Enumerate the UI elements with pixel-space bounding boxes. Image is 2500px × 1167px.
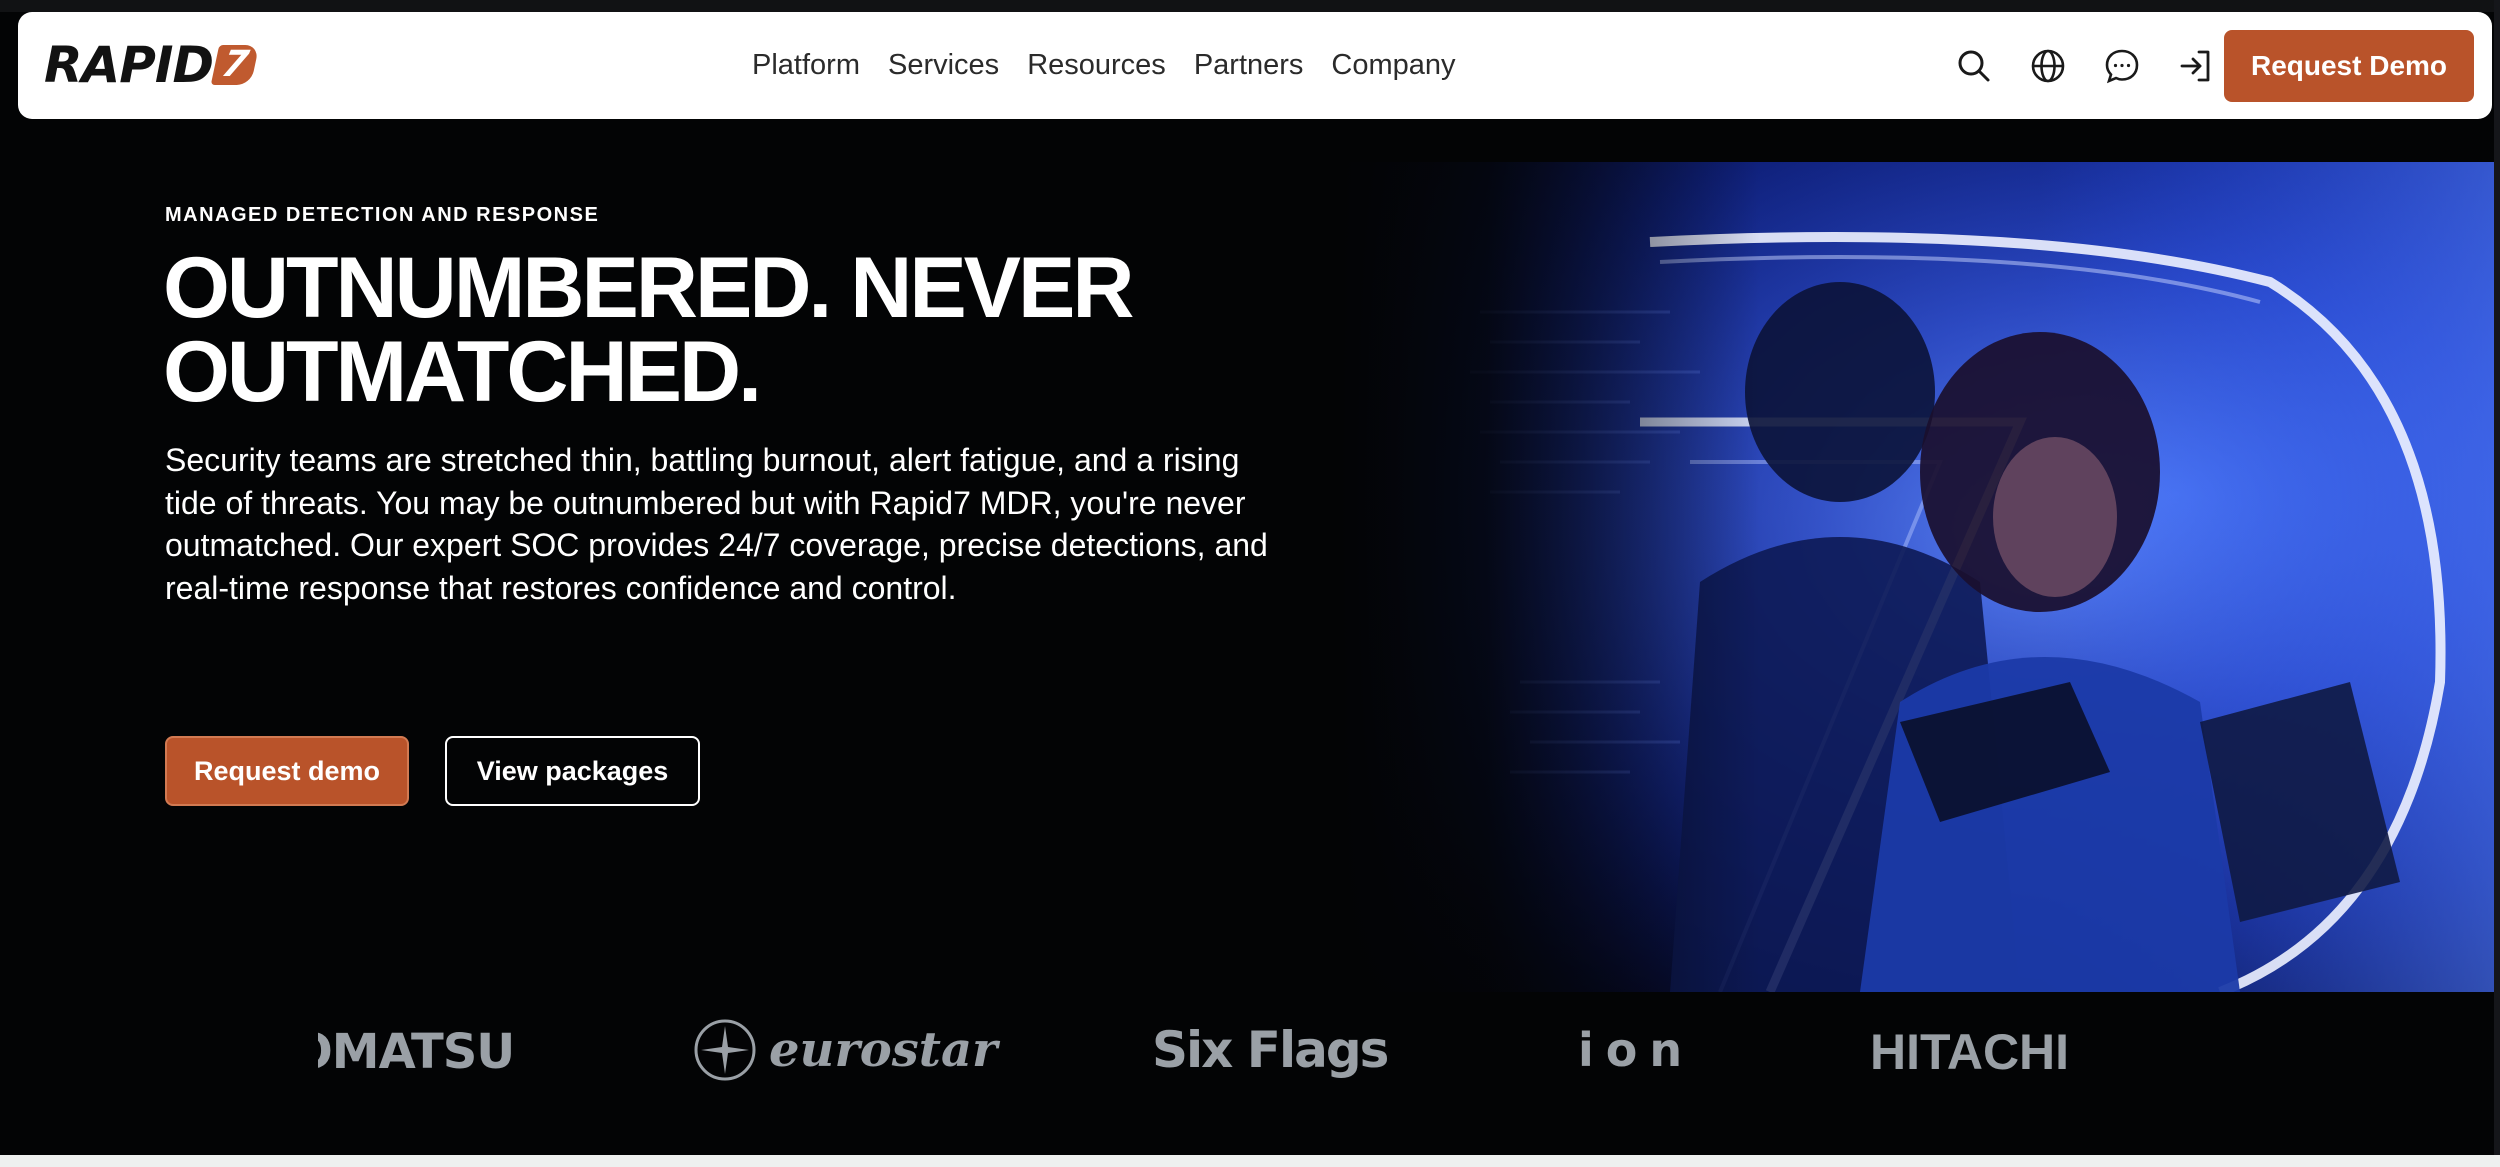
eurostar-logo-text: eurostar	[769, 1022, 998, 1078]
hero-description: Security teams are stretched thin, battl…	[165, 442, 1268, 606]
nav-item-partners[interactable]: Partners	[1180, 49, 1318, 82]
next-section-edge	[0, 1155, 2500, 1167]
scrollbar-track[interactable]	[2494, 0, 2500, 1155]
komatsu-logo: OMATSU	[318, 1020, 523, 1084]
nav-item-platform[interactable]: Platform	[752, 49, 874, 82]
nav-item-resources[interactable]: Resources	[1013, 49, 1180, 82]
nav-item-company[interactable]: Company	[1317, 49, 1469, 82]
request-demo-nav-button[interactable]: Request Demo	[2224, 30, 2474, 102]
search-icon[interactable]	[1956, 48, 1992, 84]
eurostar-logo: eurostar	[693, 1014, 997, 1086]
komatsu-logo-text: OMATSU	[318, 1024, 515, 1080]
sign-in-icon[interactable]	[2178, 48, 2214, 84]
ion-logo-text: ion	[1578, 1023, 1695, 1077]
main-nav: Platform Services Resources Partners Com…	[752, 12, 1470, 119]
six-flags-logo-text: Six Flags	[1152, 1021, 1389, 1079]
site-header: RAPID 7 Platform Services Resources Part…	[18, 12, 2492, 119]
rapid7-logo[interactable]: RAPID 7	[44, 36, 260, 94]
request-demo-button[interactable]: Request demo	[165, 736, 409, 806]
hero-eyebrow: MANAGED DETECTION AND RESPONSE	[165, 204, 600, 226]
window-top-strip	[0, 0, 2500, 12]
globe-icon[interactable]	[2030, 48, 2066, 84]
hero-image	[1340, 162, 2500, 992]
chat-icon[interactable]	[2104, 48, 2140, 84]
six-flags-logo: Six Flags	[1152, 1018, 1389, 1082]
nav-icon-group	[1956, 12, 2214, 119]
page: RAPID 7 Platform Services Resources Part…	[0, 0, 2500, 1167]
hero-headline: OUTNUMBERED. NEVER OUTMATCHED.	[163, 240, 1135, 420]
hero-image-fade	[1340, 162, 1760, 992]
eurostar-star-icon	[694, 1019, 756, 1081]
hitachi-logo-text: HITACHI	[1870, 1024, 2070, 1080]
logo-seven-mark: 7	[210, 44, 260, 85]
view-packages-button[interactable]: View packages	[445, 736, 700, 806]
nav-item-services[interactable]: Services	[874, 49, 1013, 82]
ion-logo: ion	[1578, 1014, 1694, 1086]
logo-wordmark: RAPID	[44, 36, 214, 94]
hitachi-logo: HITACHI	[1870, 1020, 2069, 1084]
client-logo-strip: OMATSU eurostar Six Flags ion HITACHI	[0, 1000, 2500, 1100]
